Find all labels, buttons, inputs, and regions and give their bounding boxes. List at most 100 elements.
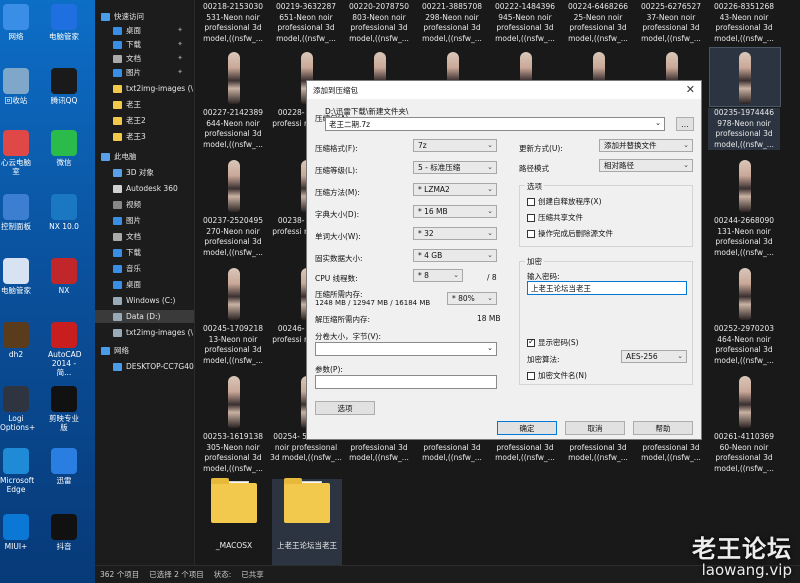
split-combo[interactable]: ⌄ <box>315 342 497 356</box>
level-select[interactable]: 5 - 标准压缩 ⌄ <box>413 161 497 174</box>
nav-item[interactable]: 老王3 <box>95 130 194 143</box>
selected-count: 已选择 2 个项目 <box>149 570 204 579</box>
desktop-icon <box>113 280 122 289</box>
image-thumbnail[interactable] <box>710 372 780 430</box>
close-icon[interactable]: ✕ <box>686 83 695 96</box>
ok-button[interactable]: 确定 <box>497 421 557 435</box>
checkbox-icon <box>527 229 535 238</box>
cancel-button[interactable]: 取消 <box>565 421 625 435</box>
chevron-down-icon: ⌄ <box>487 294 493 302</box>
password-input[interactable]: 上老王论坛当老王 <box>527 281 687 295</box>
options-button[interactable]: 选项 <box>315 401 375 415</box>
method-value: * LZMA2 <box>418 185 450 194</box>
nav-item[interactable]: 快速访问 <box>95 10 194 23</box>
dictionary-select[interactable]: * 16 MB ⌄ <box>413 205 497 218</box>
shared-files-label: 压缩共享文件 <box>538 213 583 222</box>
nav-item[interactable]: 老王 <box>95 98 194 111</box>
parameters-input[interactable] <box>315 375 497 389</box>
nav-item[interactable]: Data (D:) <box>95 310 194 323</box>
desktop-icon-item[interactable]: 心云电脑室 <box>0 130 32 176</box>
image-thumbnail[interactable] <box>199 48 269 106</box>
navigation-pane[interactable]: 快速访问 桌面 ✦ 下载 ✦ 文档 ✦ 图片 ✦ txt2img-images (\ 老王老王2 老王… <box>95 0 195 565</box>
nav-item[interactable]: 老王2 <box>95 114 194 127</box>
desktop-icon-item[interactable]: AutoCAD 2014 - 简... <box>48 322 82 377</box>
nav-item[interactable]: 此电脑 <box>95 150 194 163</box>
nav-item[interactable]: 下载 <box>95 246 194 259</box>
nav-item[interactable]: 音乐 <box>95 262 194 275</box>
encryption-method-select[interactable]: AES-256 ⌄ <box>621 350 687 363</box>
desktop-icon-item[interactable]: 电脑管家 <box>48 4 80 41</box>
desktop-icon-item[interactable]: Logi Options+ <box>0 386 35 432</box>
image-thumbnail[interactable] <box>709 47 781 107</box>
nav-item[interactable]: 文档 <box>95 230 194 243</box>
watermark-url: laowang.vip <box>701 561 792 579</box>
desktop-icon-item[interactable]: 迅雷 <box>48 448 80 485</box>
nav-item[interactable]: 桌面 <box>95 278 194 291</box>
nav-item[interactable]: 文档 ✦ <box>95 52 194 65</box>
nav-item[interactable]: 下载 ✦ <box>95 38 194 51</box>
image-thumbnail[interactable] <box>199 264 269 322</box>
image-thumbnail[interactable] <box>710 264 780 322</box>
desktop-icon-label: 回收站 <box>4 96 28 105</box>
method-select[interactable]: * LZMA2 ⌄ <box>413 183 497 196</box>
nav-item[interactable]: 桌面 ✦ <box>95 24 194 37</box>
desktop-icon-item[interactable]: 控制面板 <box>0 194 32 231</box>
path-mode-select[interactable]: 相对路径 ⌄ <box>599 159 693 172</box>
nav-item[interactable]: DESKTOP-CC7G40 <box>95 360 194 373</box>
figure-thumbnail-image <box>739 268 751 320</box>
nav-item[interactable]: 图片 ✦ <box>95 66 194 79</box>
nav-item[interactable]: 图片 <box>95 214 194 227</box>
nav-item[interactable]: Autodesk 360 <box>95 182 194 195</box>
help-button[interactable]: 帮助 <box>633 421 693 435</box>
desktop-icon-item[interactable]: 回收站 <box>0 68 32 105</box>
dialog-title-bar[interactable]: 添加到压缩包 ✕ <box>307 81 701 99</box>
chevron-down-icon: ⌄ <box>683 141 689 149</box>
nav-item[interactable]: Windows (C:) <box>95 294 194 307</box>
desktop-icon-item[interactable]: 腾讯QQ <box>48 68 80 105</box>
path-mode-label: 路径模式 <box>519 164 549 173</box>
desktop-icon-item[interactable]: Microsoft Edge <box>0 448 34 494</box>
folder-item[interactable]: _MACOSX <box>199 478 269 565</box>
desktop-icon-item[interactable]: 微信 <box>48 130 80 167</box>
nav-item[interactable]: 3D 对象 <box>95 166 194 179</box>
image-thumbnail[interactable] <box>199 156 269 214</box>
sfx-checkbox[interactable]: 创建自释放程序(X) <box>527 196 602 207</box>
word-size-select[interactable]: * 32 ⌄ <box>413 227 497 240</box>
desktop-icon-item[interactable]: MIUI+ <box>0 514 32 551</box>
figure-thumbnail-image <box>739 160 751 212</box>
nav-item[interactable]: txt2img-images (\ <box>95 326 194 339</box>
format-select[interactable]: 7z ⌄ <box>413 139 497 152</box>
desktop-icon-item[interactable]: NX 10.0 <box>48 194 80 231</box>
encrypt-names-checkbox[interactable]: 加密文件名(N) <box>527 370 587 381</box>
nav-item-label: 桌面 <box>126 26 141 35</box>
method-label: 压缩方法(M): <box>315 188 360 197</box>
desktop-icon-item[interactable]: 电脑管家 <box>0 258 32 295</box>
nav-item[interactable]: 视频 <box>95 198 194 211</box>
shared-files-checkbox[interactable]: 压缩共享文件 <box>527 212 583 223</box>
folder-icon <box>113 132 122 141</box>
folder-item[interactable]: 上老王论坛当老王 <box>272 478 342 565</box>
image-thumbnail[interactable] <box>199 372 269 430</box>
memory-select[interactable]: * 80% ⌄ <box>447 292 497 305</box>
update-mode-select[interactable]: 添加并替换文件 ⌄ <box>599 139 693 152</box>
desktop-icon-item[interactable]: dh2 <box>0 322 32 359</box>
desktop-icon-item[interactable]: NX <box>48 258 80 295</box>
delete-after-checkbox[interactable]: 操作完成后删除源文件 <box>527 228 613 239</box>
nav-item-label: 图片 <box>126 68 141 77</box>
solid-size-label: 固实数据大小: <box>315 254 363 263</box>
show-password-checkbox[interactable]: 显示密码(S) <box>527 337 579 348</box>
image-thumbnail[interactable] <box>710 156 780 214</box>
chevron-down-icon: ⌄ <box>487 141 493 149</box>
desktop-icon-item[interactable]: 网络 <box>0 4 32 41</box>
browse-button[interactable]: ... <box>676 117 694 131</box>
archive-name-combo[interactable]: 老王二期.7z ⌄ <box>325 117 665 131</box>
desktop-icon-item[interactable]: 剪映专业版 <box>48 386 80 432</box>
nav-item[interactable]: txt2img-images (\ <box>95 82 194 95</box>
split-label: 分卷大小，字节(V): <box>315 332 382 341</box>
desktop-icon-item[interactable]: 抖音 <box>48 514 80 551</box>
nav-item[interactable]: 网络 <box>95 344 194 357</box>
cloud-pc-icon <box>3 130 29 156</box>
threads-select[interactable]: * 8 ⌄ <box>413 269 463 282</box>
3d-objects-icon <box>113 168 122 177</box>
solid-size-select[interactable]: * 4 GB ⌄ <box>413 249 497 262</box>
